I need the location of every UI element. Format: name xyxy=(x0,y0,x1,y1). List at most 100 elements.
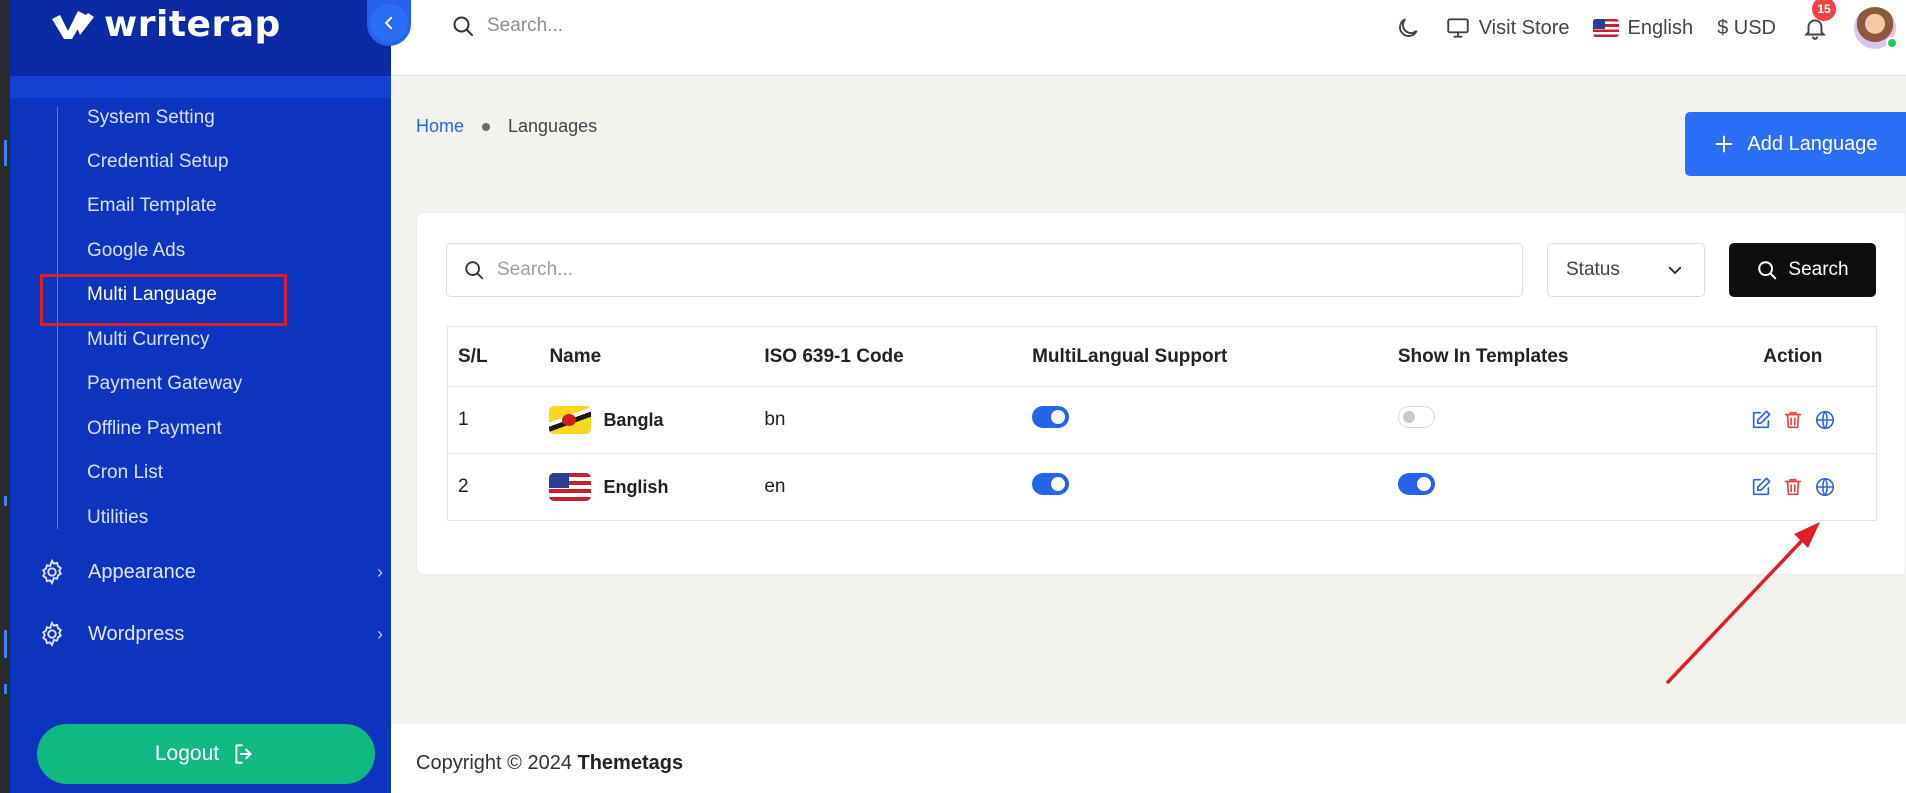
notification-badge: 15 xyxy=(1812,0,1836,21)
chevron-right-icon: › xyxy=(377,623,383,644)
logo[interactable]: writerap xyxy=(48,4,281,45)
dark-mode-moon-icon[interactable] xyxy=(1395,15,1421,41)
gear-icon xyxy=(42,620,62,648)
column-header-multilingual: MultiLangual Support xyxy=(1022,326,1388,387)
delete-icon[interactable] xyxy=(1782,476,1804,498)
languages-table: S/L Name ISO 639-1 Code MultiLangual Sup… xyxy=(447,326,1877,521)
column-header-name: Name xyxy=(539,326,755,387)
sidebar-collapse-button[interactable] xyxy=(367,0,411,46)
sidebar-item-appearance[interactable]: Appearance › xyxy=(38,558,383,586)
search-placeholder: Search... xyxy=(497,259,574,280)
currency-label: $ USD xyxy=(1717,16,1776,39)
brand-name: writerap xyxy=(104,4,281,45)
globe-icon[interactable] xyxy=(1814,476,1836,498)
monitor-icon xyxy=(1446,18,1469,38)
row-show-templates-cell xyxy=(1387,386,1710,454)
column-header-code: ISO 639-1 Code xyxy=(754,326,1023,387)
avatar[interactable] xyxy=(1854,7,1898,49)
sidebar-item-utilities[interactable]: Utilities xyxy=(87,507,148,529)
sidebar-item-system-setting[interactable]: System Setting xyxy=(87,107,215,129)
row-multilingual-cell xyxy=(1022,453,1388,521)
copyright-prefix: Copyright © 2024 xyxy=(416,752,572,774)
row-multilingual-cell xyxy=(1022,386,1388,454)
table-row: 1 Bangla bn xyxy=(447,386,1877,454)
us-flag-icon xyxy=(1593,19,1620,37)
row-code: en xyxy=(754,453,1023,521)
language-selector[interactable]: English xyxy=(1593,17,1693,40)
logout-label: Logout xyxy=(154,742,220,765)
sidebar: writerap System Setting Credential Setup… xyxy=(10,0,391,793)
sidebar-item-offline-payment[interactable]: Offline Payment xyxy=(87,418,222,440)
plus-icon xyxy=(1716,135,1733,153)
sidebar-item-google-ads[interactable]: Google Ads xyxy=(87,240,185,262)
row-name: Bangla xyxy=(603,409,664,430)
edit-icon[interactable] xyxy=(1750,476,1772,498)
search-input[interactable]: Search... xyxy=(446,243,1523,297)
row-sl: 1 xyxy=(447,386,540,454)
top-header: Search... Visit Store English $ USD 15 xyxy=(391,0,1906,76)
logout-button[interactable]: Logout xyxy=(37,724,375,784)
row-sl: 2 xyxy=(447,453,540,521)
header-search-input[interactable]: Search... xyxy=(487,15,563,37)
sidebar-item-wordpress[interactable]: Wordpress › xyxy=(38,620,383,648)
logo-icon xyxy=(52,10,94,39)
column-header-show-in-templates: Show In Templates xyxy=(1387,326,1710,387)
row-name-cell: English xyxy=(539,453,755,521)
sidebar-item-credential-setup[interactable]: Credential Setup xyxy=(87,151,229,173)
gear-icon xyxy=(42,558,62,586)
annotation-highlight-box xyxy=(40,274,287,326)
sidebar-item-email-template[interactable]: Email Template xyxy=(87,195,217,217)
add-language-button[interactable]: Add Language xyxy=(1685,112,1906,176)
delete-icon[interactable] xyxy=(1782,409,1804,431)
logout-icon xyxy=(235,744,252,764)
edit-icon[interactable] xyxy=(1750,409,1772,431)
column-header-action: Action xyxy=(1709,326,1877,387)
us-flag-icon xyxy=(549,473,592,501)
row-name-cell: Bangla xyxy=(539,386,755,454)
sidebar-item-payment-gateway[interactable]: Payment Gateway xyxy=(87,373,242,395)
search-button[interactable]: Search xyxy=(1729,243,1876,297)
search-icon xyxy=(453,16,473,36)
sidebar-active-parent[interactable] xyxy=(10,76,391,98)
visit-store-link[interactable]: Visit Store xyxy=(1445,15,1570,41)
copyright-text: Copyright © 2024 Themetags xyxy=(416,752,683,775)
window-edge xyxy=(0,0,10,793)
search-button-label: Search xyxy=(1788,259,1849,280)
status-select[interactable]: Status xyxy=(1547,243,1705,297)
row-actions xyxy=(1709,386,1877,454)
search-icon xyxy=(1758,261,1777,280)
breadcrumb-current: Languages xyxy=(508,116,598,136)
sidebar-item-cron-list[interactable]: Cron List xyxy=(87,462,163,484)
annotation-arrow xyxy=(1666,522,1820,684)
currency-selector[interactable]: $ USD xyxy=(1717,17,1776,40)
breadcrumb-home-link[interactable]: Home xyxy=(416,116,464,137)
row-code: bn xyxy=(754,386,1023,454)
multilingual-toggle[interactable] xyxy=(1032,473,1070,495)
column-header-sl: S/L xyxy=(447,326,540,387)
multilingual-toggle[interactable] xyxy=(1032,406,1070,428)
chevron-down-icon xyxy=(1668,266,1682,275)
breadcrumb-separator xyxy=(482,122,491,131)
show-in-templates-toggle[interactable] xyxy=(1397,473,1435,495)
show-in-templates-toggle[interactable] xyxy=(1397,406,1435,428)
globe-icon[interactable] xyxy=(1814,409,1836,431)
notifications-button[interactable]: 15 xyxy=(1800,0,1836,43)
footer: Copyright © 2024 Themetags xyxy=(391,724,1906,793)
sidebar-item-label: Wordpress xyxy=(88,622,185,645)
breadcrumb: Home Languages xyxy=(416,116,597,137)
sidebar-item-multi-currency[interactable]: Multi Currency xyxy=(87,329,209,351)
table-header-row: S/L Name ISO 639-1 Code MultiLangual Sup… xyxy=(447,326,1877,387)
copyright-brand[interactable]: Themetags xyxy=(578,752,684,774)
row-name: English xyxy=(603,476,669,497)
visit-store-label: Visit Store xyxy=(1478,16,1570,39)
chevron-right-icon: › xyxy=(377,561,383,582)
search-icon xyxy=(465,261,484,280)
online-status-dot xyxy=(1886,37,1898,49)
brunei-flag-icon xyxy=(549,406,592,434)
logo-area: writerap xyxy=(10,0,391,76)
language-label: English xyxy=(1627,16,1694,39)
chevron-left-icon xyxy=(384,16,393,30)
sidebar-item-label: Appearance xyxy=(88,560,196,583)
header-search[interactable]: Search... xyxy=(451,14,563,38)
status-label: Status xyxy=(1566,259,1620,280)
